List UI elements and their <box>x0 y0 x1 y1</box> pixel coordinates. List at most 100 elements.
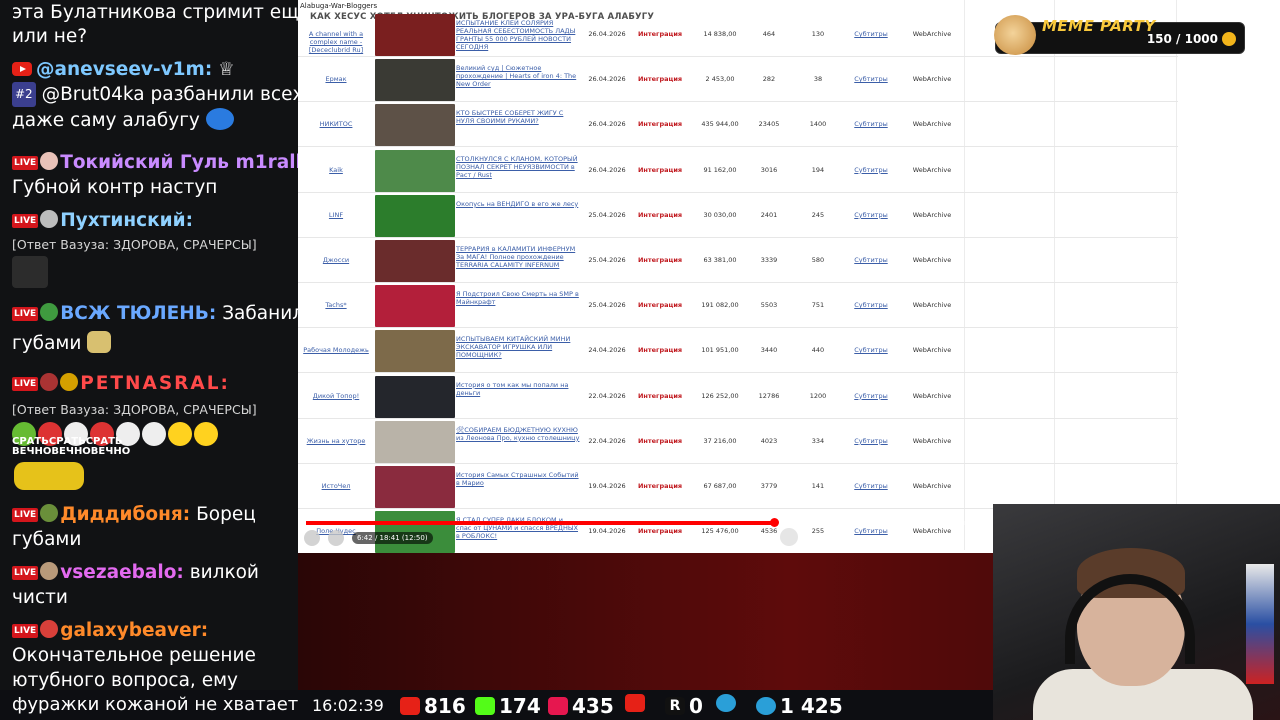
type-cell: Интеграция <box>637 391 683 400</box>
subtitles-link[interactable]: Субтитры <box>846 346 896 354</box>
table-row: НИКИТОС КТО БЫСТРЕЕ СОБЕРЕТ ЖИГУ С НУЛЯ С… <box>298 102 1178 148</box>
video-title-link[interactable]: СТОЛКНУЛСЯ С КЛАНОМ, КОТОРЫЙ ПОЗНАЛ СЕКР… <box>456 155 580 179</box>
video-title-link[interactable]: Я Подстроил Свою Смерть на SMP в Майнкра… <box>456 290 580 306</box>
video-thumbnail[interactable] <box>375 466 455 508</box>
likes-cell: 23405 <box>758 120 780 129</box>
comments-cell: 440 <box>811 346 825 355</box>
video-title-link[interactable]: Великий суд | Сюжетное прохождение | Hea… <box>456 64 580 88</box>
chat-text: даже саму алабугу <box>12 110 200 131</box>
stream-chat: эта Булатникова стримит ещё или не? @ane… <box>0 0 298 690</box>
live-badge: LIVE <box>12 508 39 522</box>
video-thumbnail[interactable] <box>375 375 455 418</box>
likes-cell: 464 <box>762 30 776 38</box>
video-title-link[interactable]: Я СТАЛ СУПЕР ЛАКИ БЛОКОМ и спас от ЦУНАМ… <box>456 516 580 540</box>
stats-bar: фуражки кожаной не хватает 16:02:39 816 … <box>0 690 993 720</box>
date-cell: 26.04.2026 <box>588 165 626 174</box>
channel-link[interactable]: Tachs* <box>300 301 372 309</box>
video-title-link[interactable]: Окопусь на ВЕНДИГО в его же лесу <box>456 200 580 208</box>
chat-message: губами <box>12 331 298 356</box>
video-title-link[interactable]: История о том как мы попали на деньги <box>456 381 580 397</box>
channel-link[interactable]: ИстоЧел <box>300 482 372 490</box>
chat-text: @Brut04ka разбанили всех, <box>41 84 298 105</box>
video-thumbnail[interactable] <box>375 240 455 282</box>
subtitles-link[interactable]: Субтитры <box>846 527 896 535</box>
type-cell: Интеграция <box>637 210 683 219</box>
play-button[interactable] <box>304 530 320 546</box>
comments-cell: 580 <box>811 256 825 264</box>
video-thumbnail[interactable] <box>375 104 455 147</box>
webarchive-cell: WebArchive <box>912 120 952 129</box>
chat-nick: ВСЖ ТЮЛЕНЬ: <box>60 303 217 324</box>
chat-message: #2 @Brut04ka разбанили всех, <box>12 82 298 107</box>
table-row: ИстоЧел История Самых Страшных Событий в … <box>298 464 1178 509</box>
channel-link[interactable]: Kaik <box>300 166 372 174</box>
subtitles-link[interactable]: Субтитры <box>846 75 896 83</box>
chat-message: LIVE vsezaebalo: вилкой <box>12 560 298 585</box>
video-title-link[interactable]: 🛠СОБИРАЕМ БЮДЖЕТНУЮ КУХНЮ из Леонова Про… <box>456 426 580 442</box>
channel-link[interactable]: Джосси <box>300 256 372 264</box>
likes-cell: 3339 <box>760 256 778 264</box>
subtitles-link[interactable]: Субтитры <box>846 30 896 38</box>
stream-screen: эта Булатникова стримит ещё или не? @ane… <box>0 0 1280 720</box>
subtitles-link[interactable]: Субтитры <box>846 392 896 400</box>
video-thumbnail[interactable] <box>375 330 455 373</box>
video-thumbnail[interactable] <box>375 59 455 102</box>
channel-link[interactable]: LINF <box>300 211 372 219</box>
video-thumbnail[interactable] <box>375 194 455 237</box>
subtitles-link[interactable]: Субтитры <box>846 211 896 219</box>
subtitles-link[interactable]: Субтитры <box>846 437 896 445</box>
play-icon <box>625 694 645 712</box>
video-title-link[interactable]: ТЕРРАРИЯ в КАЛАМИТИ ИНФЕРНУМ За МАГА! По… <box>456 245 580 269</box>
subtitles-link[interactable]: Субтитры <box>846 482 896 490</box>
video-thumbnail[interactable] <box>375 149 455 192</box>
subtitles-link[interactable]: Субтитры <box>846 301 896 309</box>
chat-nick: vsezaebalo: <box>60 562 184 583</box>
webarchive-cell: WebArchive <box>912 391 952 400</box>
live-badge: LIVE <box>12 624 39 638</box>
date-cell: 25.04.2026 <box>588 301 626 310</box>
chat-nick: PETNASRAL: <box>80 373 230 394</box>
chat-text: губами <box>12 333 82 354</box>
channel-link[interactable]: Жизнь на хуторе <box>300 437 372 445</box>
comments-cell: 245 <box>811 210 825 219</box>
subtitles-link[interactable]: Субтитры <box>846 120 896 128</box>
likes-cell: 4023 <box>760 436 778 445</box>
video-progress-bar[interactable] <box>306 518 994 527</box>
emote-icon <box>205 108 234 130</box>
webarchive-cell: WebArchive <box>912 256 952 264</box>
channel-link[interactable]: НИКИТОС <box>300 120 372 128</box>
video-title-link[interactable]: ИСПЫТЫВАЕМ КИТАЙСКИЙ МИНИ ЭКСКАВАТОР ИГР… <box>456 335 580 359</box>
likes-cell: 12786 <box>758 391 780 400</box>
clock: 16:02:39 <box>312 696 384 715</box>
channel-link[interactable]: Ермак <box>300 75 372 83</box>
volume-button[interactable] <box>328 530 344 546</box>
r-icon: R <box>665 697 685 715</box>
telegram-icon <box>716 694 736 712</box>
views-cell: 101 951,00 <box>701 346 739 355</box>
chat-nick: galaxybeaver: <box>60 620 209 641</box>
date-cell: 26.04.2026 <box>588 30 626 38</box>
scroll-up-button[interactable] <box>780 528 798 546</box>
video-thumbnail[interactable] <box>375 420 455 463</box>
chat-message: LIVE Диддибоня: Борец <box>12 502 298 527</box>
chat-text: ютубного вопроса, ему <box>12 670 238 690</box>
video-thumbnail[interactable] <box>375 14 455 56</box>
video-thumbnail[interactable] <box>375 285 455 328</box>
meme-party-widget: MEME PARTY 150 / 1000 <box>994 15 1245 55</box>
progress-handle[interactable] <box>769 518 779 527</box>
video-title-link[interactable]: КТО БЫСТРЕЕ СОБЕРЕТ ЖИГУ С НУЛЯ СВОИМИ Р… <box>456 109 580 125</box>
video-title-link[interactable]: История Самых Страшных Событий в Марио <box>456 471 580 487</box>
comments-cell: 751 <box>811 301 825 310</box>
chat-nick: Токийский Гуль m1rall: <box>60 152 298 173</box>
channel-link[interactable]: Дикой Топор! <box>300 392 372 400</box>
subtitles-link[interactable]: Субтитры <box>846 166 896 174</box>
type-cell: Интеграция <box>637 527 683 536</box>
channel-link[interactable]: Рабочая Молодежь <box>300 346 372 354</box>
kick-count: 174 <box>499 694 541 718</box>
date-cell: 22.04.2026 <box>588 436 626 445</box>
comments-cell: 194 <box>811 165 825 174</box>
likes-cell: 3779 <box>760 482 778 490</box>
video-title-link[interactable]: ИСПЫТАНИЕ КЛЕЙ СОЛЯРИЯ РЕАЛЬНАЯ СЕБЕСТОИ… <box>456 19 580 51</box>
channel-link[interactable]: A channel with a complex name - [Dececlu… <box>300 30 372 54</box>
subtitles-link[interactable]: Субтитры <box>846 256 896 264</box>
